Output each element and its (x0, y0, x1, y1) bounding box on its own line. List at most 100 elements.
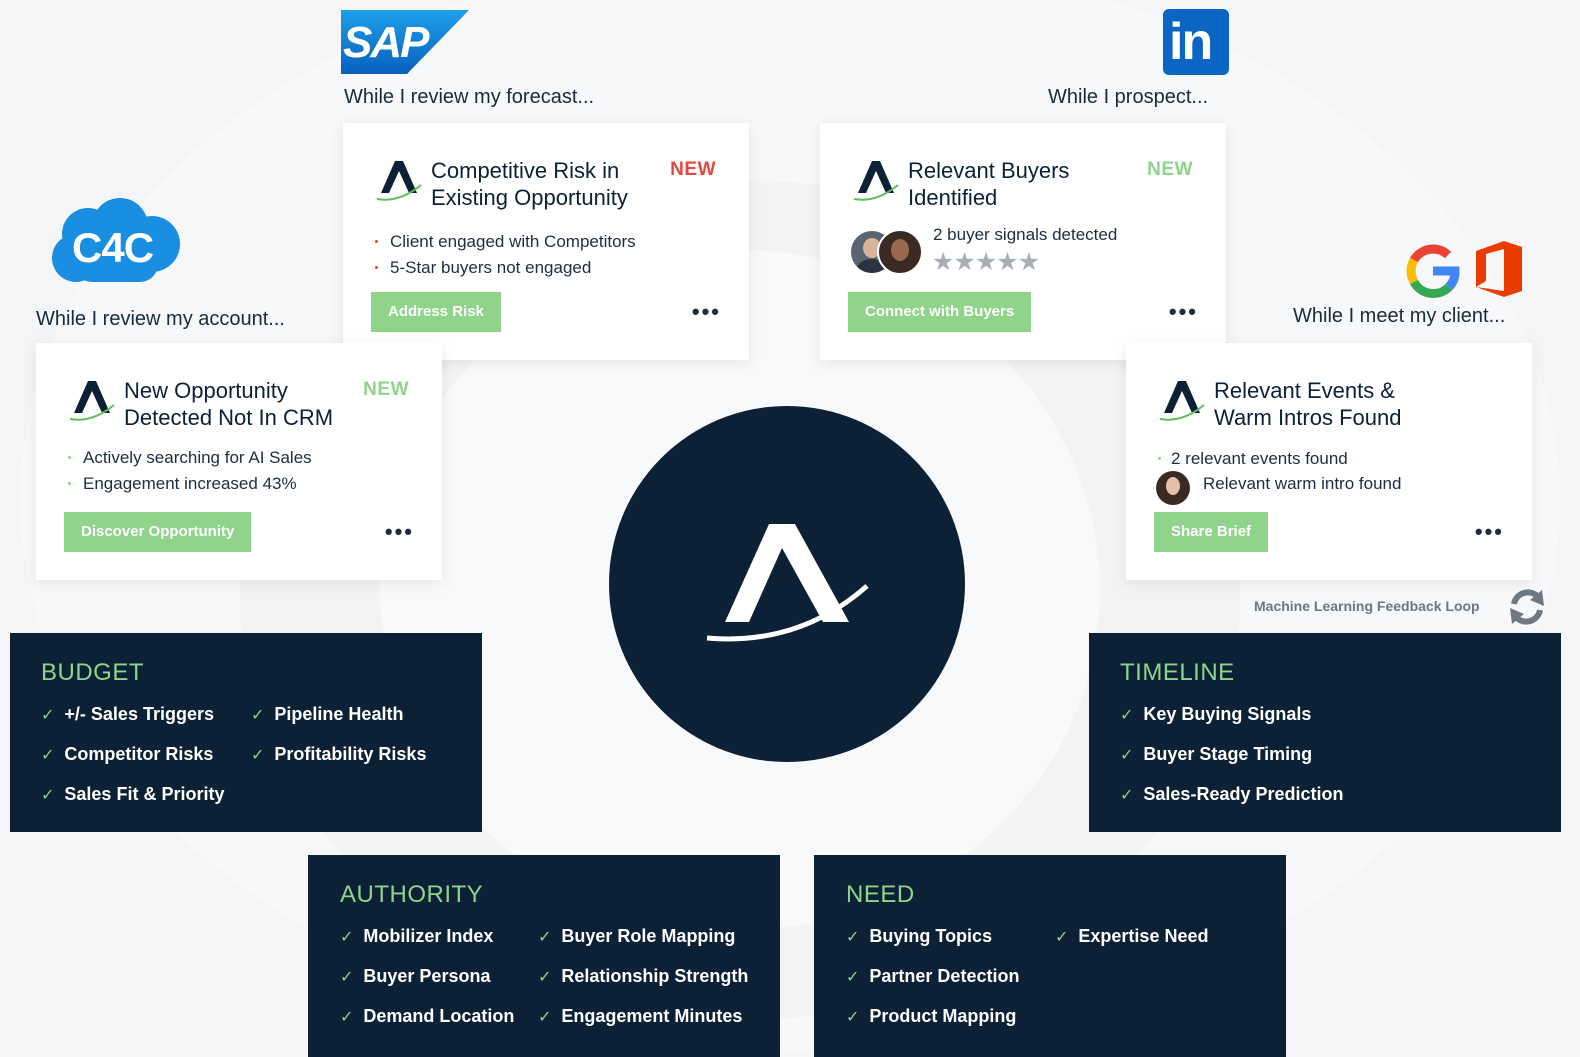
check-icon: ✓ (340, 929, 354, 946)
panel-item: ✓ Buyer Stage Timing (1120, 744, 1313, 764)
sap-logo-text: SAP (343, 18, 429, 67)
new-badge: NEW (1147, 159, 1193, 180)
google-logo (1405, 243, 1461, 299)
check-icon: ✓ (41, 707, 55, 724)
star-icon: ★ (1017, 248, 1040, 276)
check-icon: ✓ (538, 969, 552, 986)
bullet-item: Client engaged with Competitors (371, 229, 636, 255)
more-icon[interactable]: ••• (692, 299, 721, 325)
bullet-item: 2 relevant events found (1154, 446, 1348, 472)
panel-authority: AUTHORITY ✓ Mobilizer Index ✓ Buyer Role M… (308, 855, 780, 1057)
linkedin-logo-text: in (1169, 13, 1213, 71)
c4c-cloud-logo: C4C (48, 196, 182, 290)
brand-logo (376, 161, 422, 201)
more-icon[interactable]: ••• (1169, 299, 1198, 325)
check-icon: ✓ (1120, 787, 1134, 804)
card-title: Relevant Events & Warm Intros Found (1214, 378, 1402, 430)
check-icon: ✓ (846, 969, 860, 986)
check-icon: ✓ (340, 969, 354, 986)
address-risk-button[interactable]: Address Risk (371, 292, 501, 332)
c4c-logo-text: C4C (72, 224, 154, 271)
panel-title: TIMELINE (1120, 659, 1235, 686)
panel-item: ✓ Product Mapping (846, 1006, 1017, 1026)
check-icon: ✓ (41, 787, 55, 804)
star-icon: ★ (932, 248, 954, 276)
panel-item: ✓ +/- Sales Triggers (41, 704, 214, 724)
star-icon: ★ (953, 248, 975, 276)
new-badge: NEW (670, 159, 716, 180)
more-icon[interactable]: ••• (1475, 519, 1504, 545)
panel-item: ✓ Buyer Role Mapping (538, 926, 736, 946)
brand-logo (706, 524, 869, 642)
linkedin-logo: in (1163, 9, 1229, 75)
panel-title: AUTHORITY (340, 881, 484, 908)
card-title: New Opportunity Detected Not In CRM (124, 378, 334, 430)
card-bullets: Client engaged with Competitors 5-Star b… (371, 229, 636, 281)
check-icon: ✓ (846, 1009, 860, 1026)
star-icon: ★ (996, 248, 1018, 276)
bullet-item: Engagement increased 43% (64, 471, 312, 497)
check-icon: ✓ (538, 929, 552, 946)
card-bullets: Actively searching for AI Sales Engageme… (64, 445, 312, 497)
panel-timeline: TIMELINE ✓ Key Buying Signals ✓ Buyer Stag… (1089, 633, 1561, 832)
check-icon: ✓ (340, 1009, 354, 1026)
check-icon: ✓ (846, 929, 860, 946)
check-icon: ✓ (1120, 747, 1134, 764)
check-icon: ✓ (41, 747, 55, 764)
panel-item: ✓ Pipeline Health (251, 704, 404, 724)
panel-item: ✓ Mobilizer Index (340, 926, 494, 946)
brand-logo (853, 161, 899, 201)
panel-title: BUDGET (41, 659, 145, 686)
panel-item: ✓ Demand Location (340, 1006, 515, 1026)
panel-item: ✓ Partner Detection (846, 966, 1020, 986)
panel-item: ✓ Engagement Minutes (538, 1006, 743, 1026)
card-relevant-buyers[interactable]: Relevant Buyers Identified NEW 2 buyer s… (820, 123, 1226, 360)
star-rating: ★★★★★ (932, 247, 1040, 277)
warm-intro-text: Relevant warm intro found (1203, 474, 1402, 493)
bullet-item: 5-Star buyers not engaged (371, 255, 636, 281)
check-icon: ✓ (538, 1009, 552, 1026)
connect-with-buyers-button[interactable]: Connect with Buyers (848, 292, 1032, 332)
panel-title: NEED (846, 881, 915, 908)
panel-item: ✓ Buying Topics (846, 926, 993, 946)
panel-item: ✓ Expertise Need (1055, 926, 1209, 946)
avatar (877, 229, 923, 275)
card-title: Competitive Risk in Existing Opportunity (431, 158, 628, 210)
caption-prospect: While I prospect... (1048, 86, 1209, 108)
check-icon: ✓ (1055, 929, 1069, 946)
panel-item: ✓ Profitability Risks (251, 744, 427, 764)
bullet-item: Actively searching for AI Sales (64, 445, 312, 471)
card-new-opportunity[interactable]: New Opportunity Detected Not In CRM NEW … (36, 343, 442, 580)
buyer-signals-text: 2 buyer signals detected (933, 225, 1118, 244)
check-icon: ✓ (251, 707, 265, 724)
more-icon[interactable]: ••• (385, 519, 414, 545)
panel-item: ✓ Sales Fit & Priority (41, 784, 225, 804)
avatar (1156, 471, 1190, 505)
check-icon: ✓ (1120, 707, 1134, 724)
panel-budget: BUDGET ✓ +/- Sales Triggers ✓ Pipeline Hea… (10, 633, 482, 832)
panel-need: NEED ✓ Buying Topics ✓ Expertise Need ✓ Par… (814, 855, 1286, 1057)
panel-item: ✓ Buyer Persona (340, 966, 491, 986)
brand-logo (69, 381, 115, 421)
brand-logo (1159, 381, 1205, 421)
caption-account: While I review my account... (36, 308, 285, 330)
caption-client: While I meet my client... (1293, 305, 1506, 327)
panel-item: ✓ Sales-Ready Prediction (1120, 784, 1344, 804)
card-events-intros[interactable]: Relevant Events & Warm Intros Found 2 re… (1126, 343, 1532, 580)
card-title: Relevant Buyers Identified (908, 158, 1070, 210)
share-brief-button[interactable]: Share Brief (1154, 512, 1269, 552)
brand-circle (609, 406, 965, 762)
discover-opportunity-button[interactable]: Discover Opportunity (64, 512, 252, 552)
sap-logo: SAP (341, 10, 469, 74)
new-badge: NEW (363, 379, 409, 400)
check-icon: ✓ (251, 747, 265, 764)
panel-item: ✓ Key Buying Signals (1120, 704, 1312, 724)
refresh-icon[interactable] (1506, 586, 1548, 628)
panel-item: ✓ Relationship Strength (538, 966, 749, 986)
card-competitive-risk[interactable]: Competitive Risk in Existing Opportunity… (343, 123, 749, 360)
feedback-loop-label: Machine Learning Feedback Loop (1254, 598, 1480, 614)
panel-item: ✓ Competitor Risks (41, 744, 214, 764)
caption-forecast: While I review my forecast... (344, 86, 595, 108)
star-icon: ★ (974, 248, 997, 276)
office-logo (1474, 241, 1524, 297)
